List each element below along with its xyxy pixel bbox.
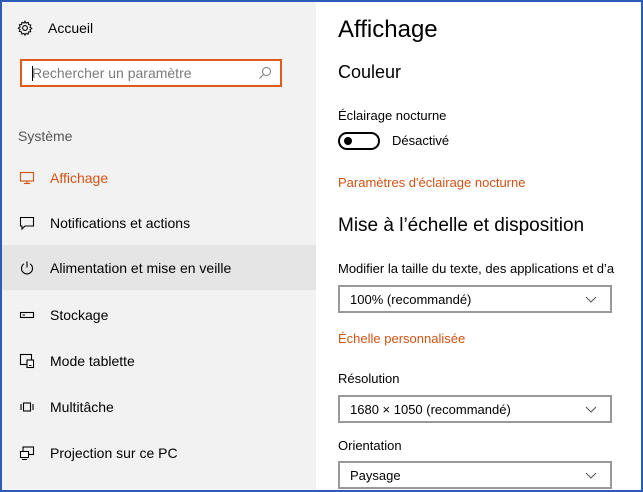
orientation-label: Orientation (338, 438, 402, 453)
chevron-down-icon (584, 468, 598, 482)
multitask-icon (18, 398, 36, 416)
sidebar-item-display[interactable]: Affichage (2, 155, 316, 200)
resolution-dropdown[interactable]: 1680 × 1050 (recommandé) (338, 395, 612, 423)
search-box[interactable] (20, 59, 282, 87)
resolution-label: Résolution (338, 371, 400, 386)
section-label-system: Système (18, 128, 73, 144)
orientation-dropdown[interactable]: Paysage (338, 461, 612, 489)
main-content: Affichage Couleur Éclairage nocturne Dés… (316, 2, 641, 490)
toggle-knob (344, 137, 352, 145)
resolution-dropdown-value: 1680 × 1050 (recommandé) (350, 401, 511, 417)
text-cursor (32, 66, 33, 81)
custom-scale-link[interactable]: Échelle personnalisée (338, 331, 465, 346)
sidebar-item-multitasking[interactable]: Multitâche (2, 384, 316, 429)
sidebar-item-label: Notifications et actions (50, 214, 191, 231)
projection-icon (18, 444, 36, 462)
sidebar-item-notifications[interactable]: Notifications et actions (2, 200, 316, 245)
power-icon (18, 259, 36, 277)
sidebar-item-label: Affichage (50, 169, 109, 186)
chevron-down-icon (584, 292, 598, 306)
orientation-dropdown-value: Paysage (350, 467, 401, 483)
section-title-color: Couleur (338, 62, 402, 82)
night-light-state: Désactivé (392, 133, 450, 148)
home-label: Accueil (48, 20, 94, 36)
gear-icon (16, 19, 34, 37)
sidebar-item-label: Multitâche (50, 398, 114, 415)
sidebar-item-label: Alimentation et mise en veille (50, 259, 232, 276)
scale-dropdown[interactable]: 100% (recommandé) (338, 285, 612, 313)
section-title-scale-layout: Mise à l’échelle et disposition (338, 215, 585, 236)
night-light-settings-link[interactable]: Paramètres d'éclairage nocturne (338, 175, 525, 190)
search-icon[interactable] (258, 66, 272, 80)
sidebar-item-storage[interactable]: Stockage (2, 292, 316, 337)
storage-icon (18, 306, 36, 324)
sidebar-item-power[interactable]: Alimentation et mise en veille (2, 245, 316, 290)
sidebar: Accueil Système Affichage (2, 2, 316, 490)
sidebar-item-label: Mode tablette (50, 352, 135, 369)
sidebar-item-projection[interactable]: Projection sur ce PC (2, 430, 316, 475)
scale-dropdown-value: 100% (recommandé) (350, 291, 472, 307)
night-light-toggle[interactable] (338, 132, 380, 150)
sidebar-item-label: Stockage (50, 306, 109, 323)
sidebar-item-tablet-mode[interactable]: Mode tablette (2, 338, 316, 383)
scale-label: Modifier la taille du texte, des applica… (338, 261, 615, 276)
search-input[interactable] (22, 64, 258, 82)
home-nav-item[interactable]: Accueil (16, 16, 93, 40)
night-light-label: Éclairage nocturne (338, 108, 447, 123)
tablet-mode-icon (18, 352, 36, 370)
page-title: Affichage (338, 16, 438, 43)
message-icon (18, 214, 36, 232)
chevron-down-icon (584, 402, 598, 416)
monitor-icon (18, 169, 36, 187)
sidebar-item-label: Projection sur ce PC (50, 444, 178, 461)
